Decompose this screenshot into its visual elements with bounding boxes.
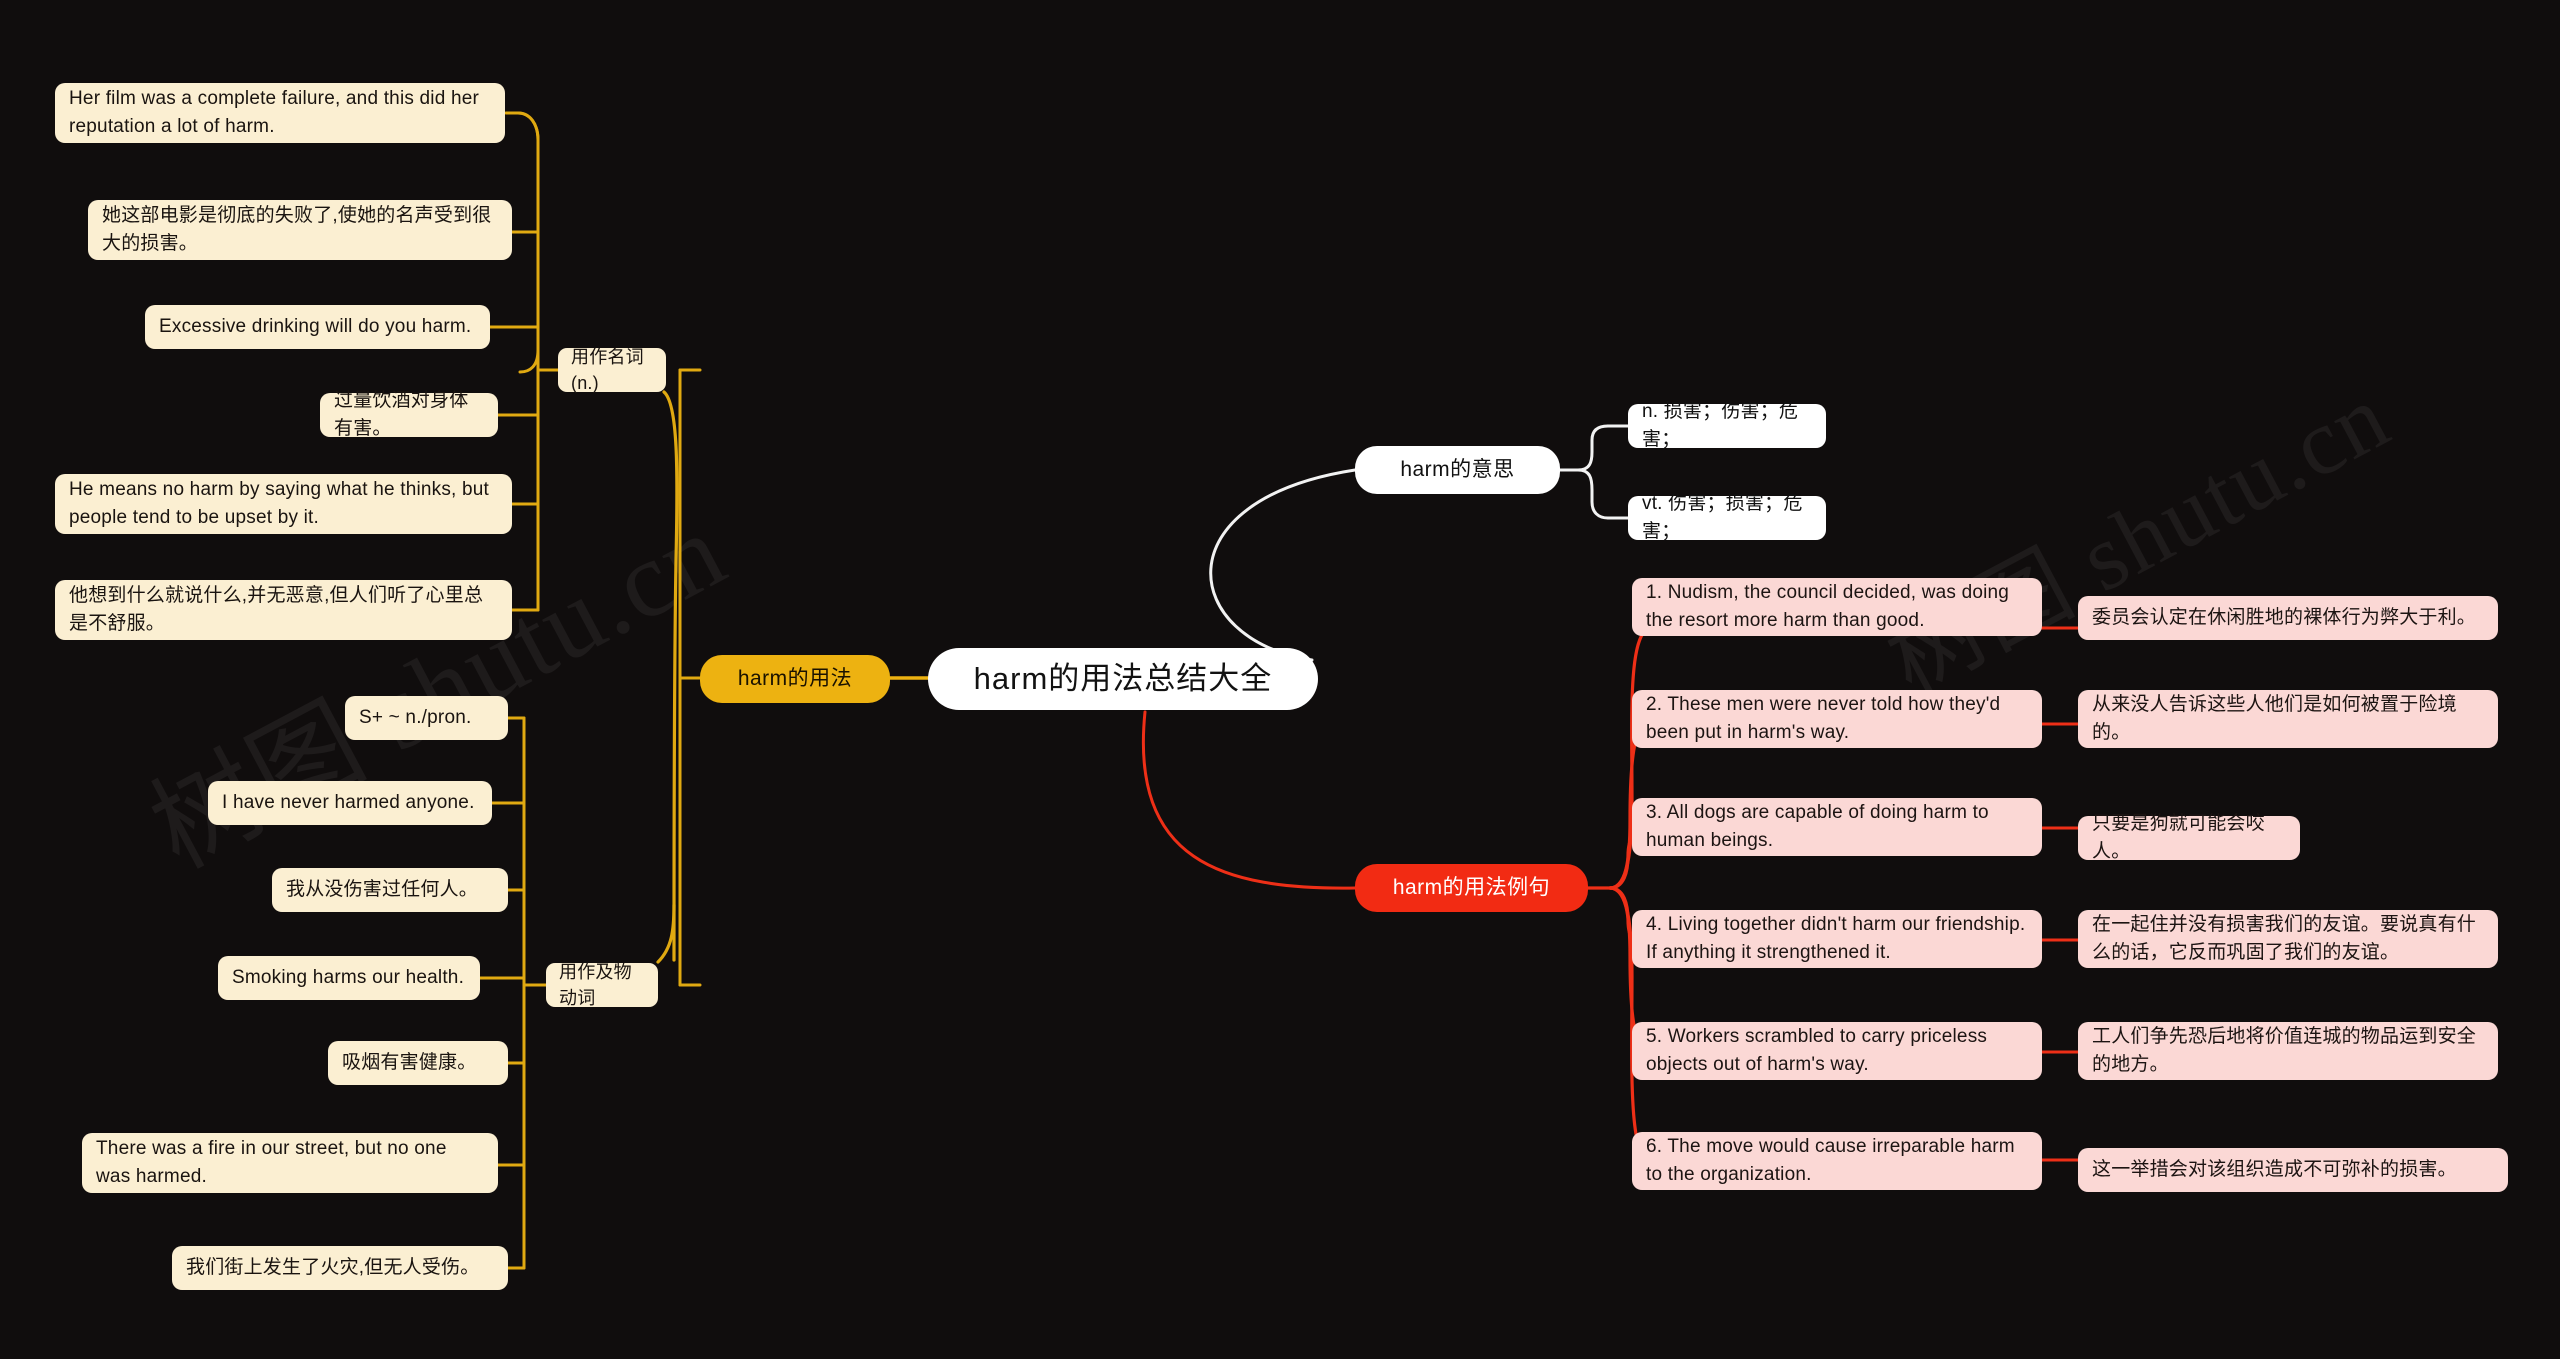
leaf-noun-example-4[interactable]: 过量饮酒对身体有害。 xyxy=(320,390,498,439)
leaf-example-en-5[interactable]: 5. Workers scrambled to carry priceless … xyxy=(1632,1022,2042,1080)
watermark-right: 树图 shutu.cn xyxy=(1871,364,2406,714)
leaf-verb-example-5[interactable]: There was a fire in our street, but no o… xyxy=(82,1133,498,1193)
subtopic-noun-usage[interactable]: 用作名词(n.) xyxy=(558,347,666,393)
leaf-example-zh-4[interactable]: 在一起住并没有损害我们的友谊。要说真有什么的话，它反而巩固了我们的友谊。 xyxy=(2078,910,2498,968)
leaf-verb-example-6[interactable]: 我们街上发生了火灾,但无人受伤。 xyxy=(172,1246,508,1290)
leaf-verb-pattern[interactable]: S+ ~ n./pron. xyxy=(345,696,508,740)
root-node[interactable]: harm的用法总结大全 xyxy=(928,648,1318,710)
leaf-verb-example-3[interactable]: Smoking harms our health. xyxy=(218,956,480,1000)
leaf-noun-example-3[interactable]: Excessive drinking will do you harm. xyxy=(145,305,490,349)
mindmap-canvas: 树图 shutu.cn 树图 shutu.cn harm的用法总结大全 harm… xyxy=(0,0,2560,1359)
leaf-noun-example-2[interactable]: 她这部电影是彻底的失败了,使她的名声受到很大的损害。 xyxy=(88,200,512,260)
leaf-noun-example-1[interactable]: Her film was a complete failure, and thi… xyxy=(55,83,505,143)
leaf-example-zh-6[interactable]: 这一举措会对该组织造成不可弥补的损害。 xyxy=(2078,1148,2508,1192)
leaf-noun-example-5[interactable]: He means no harm by saying what he think… xyxy=(55,474,512,534)
leaf-verb-example-2[interactable]: 我从没伤害过任何人。 xyxy=(272,868,508,912)
leaf-example-en-6[interactable]: 6. The move would cause irreparable harm… xyxy=(1632,1132,2042,1190)
topic-harm-usage[interactable]: harm的用法 xyxy=(700,655,890,703)
subtopic-transitive-verb-usage[interactable]: 用作及物动词 xyxy=(546,962,658,1008)
leaf-example-zh-1[interactable]: 委员会认定在休闲胜地的裸体行为弊大于利。 xyxy=(2078,596,2498,640)
leaf-example-zh-2[interactable]: 从来没人告诉这些人他们是如何被置于险境的。 xyxy=(2078,690,2498,748)
leaf-meaning-noun[interactable]: n. 损害；伤害；危害； xyxy=(1628,401,1826,450)
topic-harm-meaning[interactable]: harm的意思 xyxy=(1355,446,1560,494)
leaf-verb-example-1[interactable]: I have never harmed anyone. xyxy=(208,781,492,825)
leaf-example-zh-3[interactable]: 只要是狗就可能会咬人。 xyxy=(2078,813,2300,862)
leaf-meaning-verb[interactable]: vt. 伤害；损害；危害； xyxy=(1628,493,1826,542)
leaf-example-en-3[interactable]: 3. All dogs are capable of doing harm to… xyxy=(1632,798,2042,856)
topic-harm-examples[interactable]: harm的用法例句 xyxy=(1355,864,1588,912)
leaf-example-en-1[interactable]: 1. Nudism, the council decided, was doin… xyxy=(1632,578,2042,636)
leaf-verb-example-4[interactable]: 吸烟有害健康。 xyxy=(328,1041,508,1085)
leaf-noun-example-6[interactable]: 他想到什么就说什么,并无恶意,但人们听了心里总是不舒服。 xyxy=(55,580,512,640)
leaf-example-zh-5[interactable]: 工人们争先恐后地将价值连城的物品运到安全的地方。 xyxy=(2078,1022,2498,1080)
leaf-example-en-2[interactable]: 2. These men were never told how they'd … xyxy=(1632,690,2042,748)
leaf-example-en-4[interactable]: 4. Living together didn't harm our frien… xyxy=(1632,910,2042,968)
